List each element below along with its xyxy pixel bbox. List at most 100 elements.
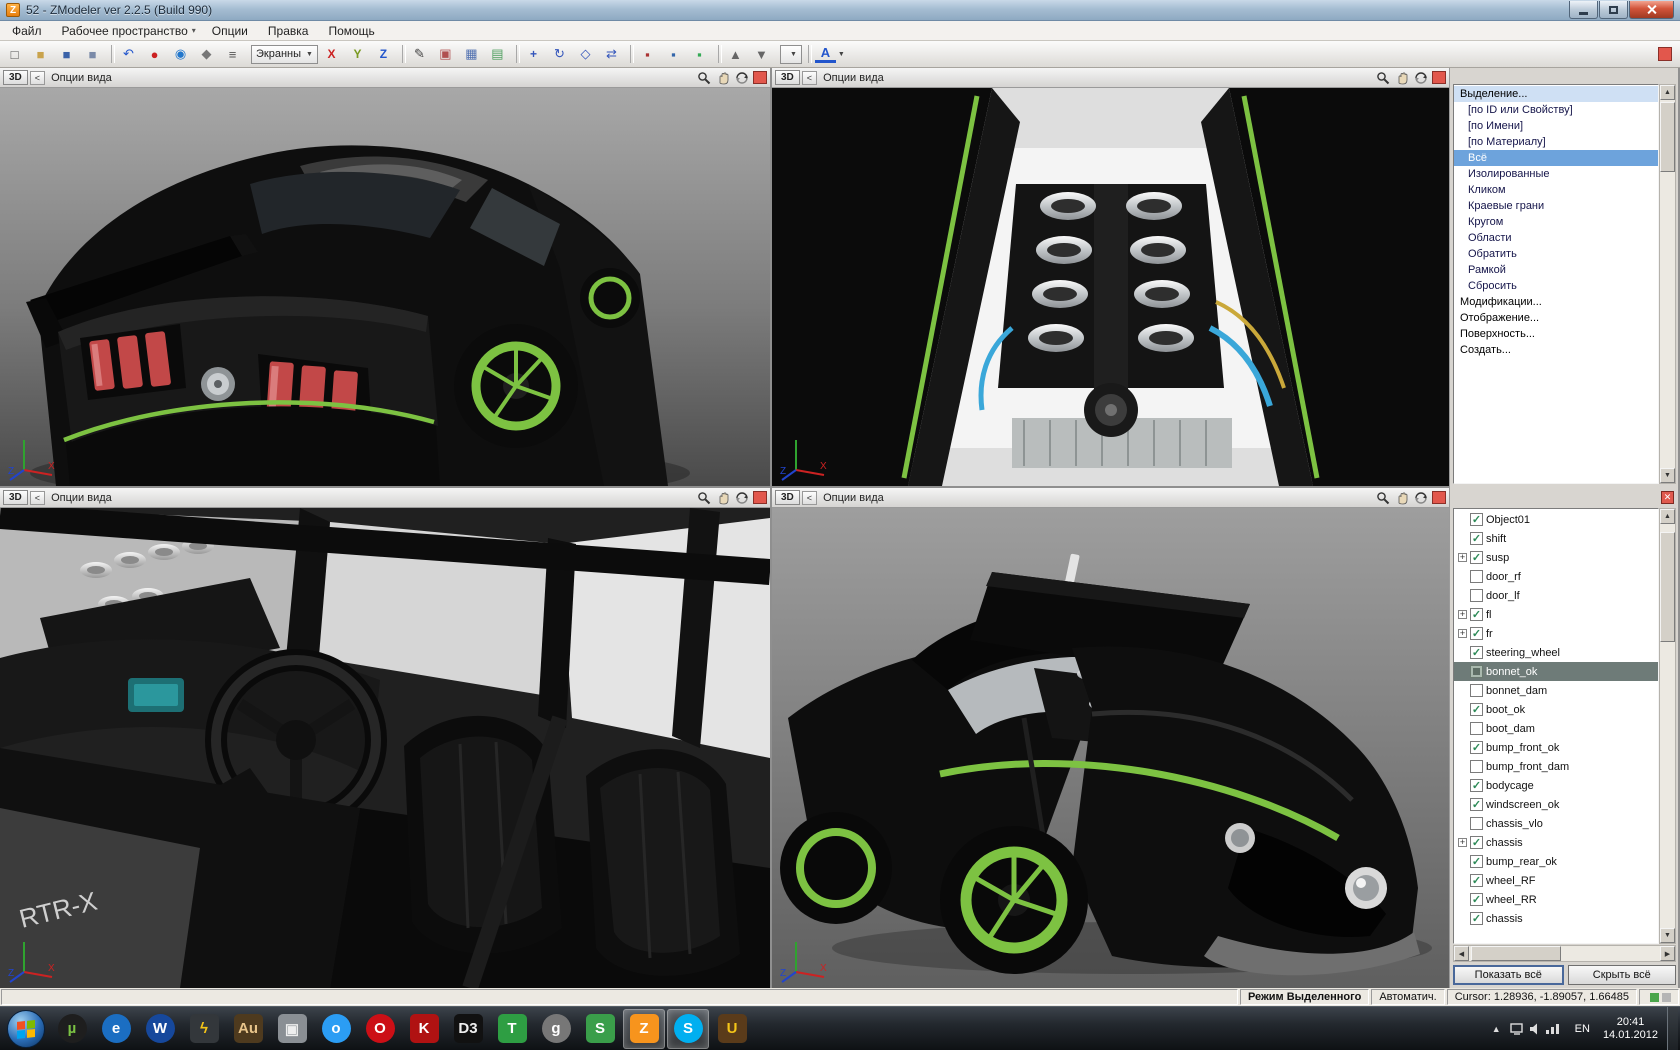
panel-close-icon[interactable] bbox=[1661, 491, 1674, 504]
expander-icon[interactable] bbox=[1458, 838, 1467, 847]
selection-item[interactable]: Кликом bbox=[1454, 182, 1658, 198]
mesh-tool-icon[interactable]: ▤ bbox=[487, 44, 513, 64]
menu-options[interactable]: Опции bbox=[204, 22, 260, 40]
object-row[interactable]: shift bbox=[1454, 529, 1658, 548]
object-visibility-checkbox[interactable] bbox=[1470, 589, 1483, 602]
walk-mode-icon[interactable]: ▲ bbox=[725, 44, 751, 64]
viewport-mode-button[interactable]: 3D bbox=[775, 70, 800, 85]
pan-hand-icon[interactable] bbox=[1394, 70, 1409, 85]
expander-icon[interactable] bbox=[1458, 610, 1467, 619]
taskbar-d3[interactable]: D3 bbox=[447, 1009, 489, 1049]
object-visibility-checkbox[interactable] bbox=[1470, 684, 1483, 697]
orbit-icon[interactable] bbox=[734, 70, 749, 85]
object-row[interactable]: wheel_RF bbox=[1454, 871, 1658, 890]
scroll-thumb[interactable] bbox=[1471, 946, 1561, 961]
object-row[interactable]: bonnet_ok bbox=[1454, 662, 1658, 681]
object-row[interactable]: bonnet_dam bbox=[1454, 681, 1658, 700]
taskbar-beer[interactable]: U bbox=[711, 1009, 753, 1049]
object-row[interactable]: door_lf bbox=[1454, 586, 1658, 605]
rotate-tool-icon[interactable]: ↻ bbox=[549, 44, 575, 64]
taskbar-media-player[interactable]: W bbox=[139, 1009, 181, 1049]
object-visibility-checkbox[interactable] bbox=[1470, 817, 1483, 830]
menu-file[interactable]: Файл bbox=[4, 22, 54, 40]
clock[interactable]: 20:41 14.01.2012 bbox=[1603, 1016, 1658, 1042]
object-visibility-checkbox[interactable] bbox=[1470, 855, 1483, 868]
titlebar[interactable]: Z 52 - ZModeler ver 2.2.5 (Build 990) bbox=[0, 0, 1680, 21]
taskbar-vegas[interactable]: S bbox=[579, 1009, 621, 1049]
object-row[interactable]: bodycage bbox=[1454, 776, 1658, 795]
taskbar-skype[interactable]: S bbox=[667, 1009, 709, 1049]
snap-edge-icon[interactable]: ▪ bbox=[663, 44, 689, 64]
pan-hand-icon[interactable] bbox=[715, 70, 730, 85]
log-icon[interactable]: ≡ bbox=[222, 44, 248, 64]
object-row[interactable]: bump_rear_ok bbox=[1454, 852, 1658, 871]
spline-tool-icon[interactable]: ✎ bbox=[409, 44, 435, 64]
scale-tool-icon[interactable]: ◇ bbox=[575, 44, 601, 64]
selection-item[interactable]: Отображение... bbox=[1454, 310, 1658, 326]
scroll-thumb[interactable] bbox=[1660, 532, 1675, 642]
minimize-button[interactable] bbox=[1569, 1, 1598, 19]
taskbar-traktor[interactable]: T bbox=[491, 1009, 533, 1049]
object-visibility-checkbox[interactable] bbox=[1470, 741, 1483, 754]
object-row[interactable]: boot_ok bbox=[1454, 700, 1658, 719]
selection-item[interactable]: Кругом bbox=[1454, 214, 1658, 230]
export-icon[interactable]: ■ bbox=[82, 44, 108, 64]
object-visibility-checkbox[interactable] bbox=[1470, 627, 1483, 640]
scroll-left-icon[interactable] bbox=[1454, 946, 1469, 961]
scroll-track[interactable] bbox=[1660, 100, 1675, 468]
web-icon[interactable]: ◉ bbox=[170, 44, 196, 64]
lock-icon[interactable]: ◆ bbox=[196, 44, 222, 64]
font-color-button[interactable]: A▼ bbox=[815, 46, 845, 63]
zoom-icon[interactable] bbox=[696, 70, 711, 85]
toolbar-detach-icon[interactable] bbox=[1658, 47, 1672, 61]
pan-hand-icon[interactable] bbox=[1394, 490, 1409, 505]
object-row[interactable]: steering_wheel bbox=[1454, 643, 1658, 662]
selection-item[interactable]: Изолированные bbox=[1454, 166, 1658, 182]
taskbar-gom[interactable]: g bbox=[535, 1009, 577, 1049]
close-button[interactable] bbox=[1629, 1, 1674, 19]
object-visibility-checkbox[interactable] bbox=[1470, 779, 1483, 792]
viewport-collapse-button[interactable]: < bbox=[802, 491, 817, 505]
orbit-icon[interactable] bbox=[1413, 490, 1428, 505]
pan-hand-icon[interactable] bbox=[715, 490, 730, 505]
object-visibility-checkbox[interactable] bbox=[1470, 703, 1483, 716]
viewport-canvas[interactable]: X Z bbox=[772, 508, 1449, 988]
viewport-mode-button[interactable]: 3D bbox=[775, 490, 800, 505]
menu-workspace[interactable]: Рабочее пространство▾ bbox=[54, 22, 204, 40]
scroll-thumb[interactable] bbox=[1660, 102, 1675, 172]
hide-all-button[interactable]: Скрыть всё bbox=[1568, 965, 1677, 985]
object-visibility-checkbox[interactable] bbox=[1470, 912, 1483, 925]
scroll-down-icon[interactable] bbox=[1660, 468, 1675, 483]
selection-item[interactable]: Создать... bbox=[1454, 342, 1658, 358]
selection-item[interactable]: [по Имени] bbox=[1454, 118, 1658, 134]
object-row[interactable]: door_rf bbox=[1454, 567, 1658, 586]
object-row[interactable]: chassis bbox=[1454, 909, 1658, 928]
orbit-icon[interactable] bbox=[734, 490, 749, 505]
object-row[interactable]: susp bbox=[1454, 548, 1658, 567]
selection-item[interactable]: Модификации... bbox=[1454, 294, 1658, 310]
object-row[interactable]: boot_dam bbox=[1454, 719, 1658, 738]
record-icon[interactable]: ● bbox=[144, 44, 170, 64]
menu-help[interactable]: Помощь bbox=[320, 22, 386, 40]
show-all-button[interactable]: Показать всё bbox=[1453, 965, 1564, 985]
object-list-scrollbar[interactable] bbox=[1659, 508, 1676, 944]
viewport-collapse-button[interactable]: < bbox=[30, 71, 45, 85]
box-tool-icon[interactable]: ▣ bbox=[435, 44, 461, 64]
taskbar-browser[interactable]: e bbox=[95, 1009, 137, 1049]
object-row[interactable]: bump_front_dam bbox=[1454, 757, 1658, 776]
viewport-maximize-icon[interactable] bbox=[753, 71, 767, 84]
object-visibility-checkbox[interactable] bbox=[1470, 760, 1483, 773]
object-visibility-checkbox[interactable] bbox=[1470, 665, 1483, 678]
snap-vertex-icon[interactable]: ▪ bbox=[637, 44, 663, 64]
object-row[interactable]: wheel_RR bbox=[1454, 890, 1658, 909]
scroll-right-icon[interactable] bbox=[1660, 946, 1675, 961]
orbit-icon[interactable] bbox=[1413, 70, 1428, 85]
maximize-button[interactable] bbox=[1599, 1, 1628, 19]
taskbar-audition[interactable]: Au bbox=[227, 1009, 269, 1049]
tray-expand-icon[interactable]: ▲ bbox=[1492, 1024, 1501, 1034]
taskbar-utorrent[interactable]: µ bbox=[51, 1009, 93, 1049]
taskbar-chrome[interactable]: o bbox=[315, 1009, 357, 1049]
object-visibility-checkbox[interactable] bbox=[1470, 893, 1483, 906]
tray-icons[interactable] bbox=[1510, 1022, 1562, 1036]
zoom-icon[interactable] bbox=[1375, 490, 1390, 505]
